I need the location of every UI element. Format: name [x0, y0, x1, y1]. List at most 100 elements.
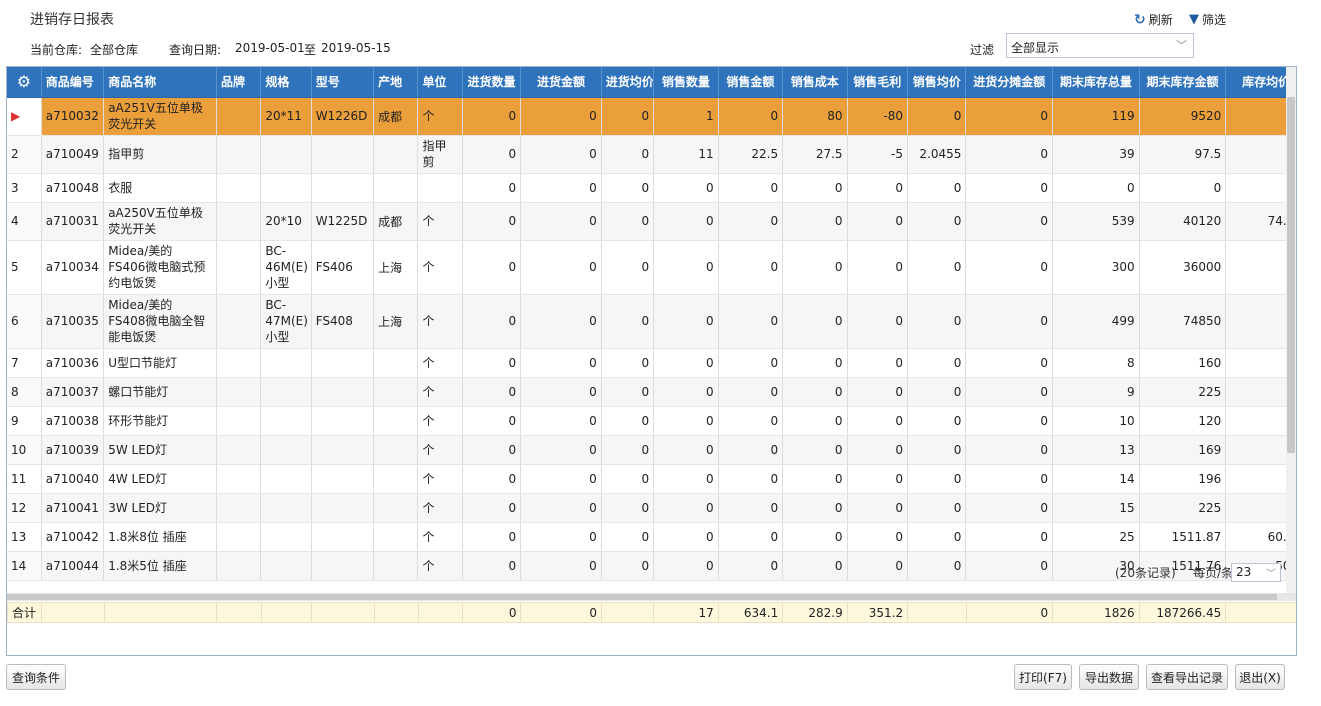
table-cell: 0	[782, 294, 848, 349]
table-cell: 成都	[373, 97, 419, 136]
refresh-button[interactable]: ↻ 刷新	[1134, 11, 1173, 28]
table-cell: 0	[601, 493, 655, 523]
column-header[interactable]: 进货均价	[601, 67, 655, 98]
table-cell: 个	[417, 522, 463, 552]
table-cell: 0	[847, 406, 908, 436]
row-number: 5	[7, 240, 42, 295]
column-settings-gear-icon[interactable]: ⚙	[7, 67, 42, 98]
table-cell: 0	[907, 551, 967, 581]
table-cell: a710038	[41, 406, 105, 436]
table-cell	[260, 493, 312, 523]
table-cell: 0	[718, 173, 784, 203]
horizontal-scrollbar[interactable]	[7, 593, 1296, 601]
table-row[interactable]: 8 a710037 螺口节能灯个 0 0 0 0 0 0 0 0 0 9 225	[7, 377, 1286, 407]
table-cell: 0	[601, 173, 655, 203]
page-title: 进销存日报表	[30, 12, 114, 28]
table-row[interactable]: 6 a710035 Midea/美的 FS408微电脑全智能电饭煲 BC-47M(E)…	[7, 294, 1286, 349]
table-cell	[216, 173, 262, 203]
print-button[interactable]: 打印(F7)	[1014, 664, 1072, 690]
vertical-scrollbar[interactable]	[1286, 67, 1296, 595]
column-header[interactable]: 产地	[373, 67, 419, 98]
table-cell: 0	[653, 240, 719, 295]
table-cell: 0	[965, 493, 1054, 523]
table-cell: 0	[462, 97, 522, 136]
warehouse-label: 当前仓库:	[30, 43, 83, 57]
table-row[interactable]: 3 a710048 衣服 0 0 0 0 0 0 0 0 0 0 0	[7, 173, 1286, 203]
column-header[interactable]: 销售毛利	[847, 67, 908, 98]
column-header[interactable]: 期末库存总量	[1052, 67, 1140, 98]
table-cell	[1225, 97, 1286, 136]
table-cell	[216, 97, 262, 136]
table-cell: 0	[847, 348, 908, 378]
horizontal-scroll-thumb[interactable]	[7, 594, 1277, 600]
row-number: 6	[7, 294, 42, 349]
table-row[interactable]: 9 a710038 环形节能灯个 0 0 0 0 0 0 0 0 0 10 120	[7, 406, 1286, 436]
table-cell: 0	[601, 464, 655, 494]
table-cell: 120	[1139, 406, 1227, 436]
table-cell: 0	[847, 522, 908, 552]
column-header[interactable]: 进货金额	[520, 67, 602, 98]
totals-cell: 634.1	[717, 602, 784, 623]
table-row[interactable]: 11 a710040 4W LED灯个 0 0 0 0 0 0 0 0 0 14 196	[7, 464, 1286, 494]
table-cell: 0	[907, 97, 967, 136]
table-row[interactable]: 2 a710049 指甲剪 指甲剪 0 0 0 11 22.5 27.5 -5 2.0455 0 39 97…	[7, 135, 1286, 174]
totals-row: 合计 0 0 17 634.1 282.9 351.2 0 1826 187266.45	[7, 602, 1296, 623]
table-row[interactable]: 7 a710036 U型口节能灯个 0 0 0 0 0 0 0 0 0 8 160	[7, 348, 1286, 378]
table-cell	[260, 522, 312, 552]
table-cell: 0	[601, 348, 655, 378]
table-cell: 225	[1139, 377, 1227, 407]
column-header[interactable]: 销售金额	[718, 67, 784, 98]
table-row[interactable]: 10 a710039 5W LED灯个 0 0 0 0 0 0 0 0 0 13 169	[7, 435, 1286, 465]
table-cell: FS406	[311, 240, 375, 295]
table-cell: 0	[718, 348, 784, 378]
column-header[interactable]: 商品编号	[41, 67, 105, 98]
exit-button[interactable]: 退出(X)	[1235, 664, 1285, 690]
table-cell: 0	[653, 522, 719, 552]
table-cell: 0	[601, 522, 655, 552]
table-row[interactable]: 12 a710041 3W LED灯个 0 0 0 0 0 0 0 0 0 15 225	[7, 493, 1286, 523]
table-cell: W1225D	[311, 202, 375, 241]
query-conditions-button[interactable]: 查询条件	[6, 664, 66, 690]
table-cell: 上海	[373, 294, 419, 349]
refresh-label: 刷新	[1148, 13, 1173, 27]
table-cell: 4W LED灯	[103, 464, 218, 494]
row-number: 9	[7, 406, 42, 436]
export-log-button[interactable]: 查看导出记录	[1146, 664, 1228, 690]
column-header[interactable]: 单位	[417, 67, 463, 98]
date-from: 2019-05-01	[235, 41, 305, 55]
table-cell: 0	[847, 294, 908, 349]
filter-select[interactable]: 全部显示 ﹀	[1006, 33, 1194, 58]
column-header[interactable]: 销售数量	[653, 67, 719, 98]
column-header[interactable]: 规格	[260, 67, 312, 98]
table-cell: 指甲剪	[103, 135, 218, 174]
column-header[interactable]: 商品名称	[103, 67, 218, 98]
table-cell: 0	[965, 135, 1054, 174]
column-header[interactable]: 销售均价	[907, 67, 967, 98]
column-header[interactable]: 进货数量	[462, 67, 522, 98]
export-data-button[interactable]: 导出数据	[1079, 664, 1139, 690]
table-row[interactable]: 4 a710031 aA250V五位单极荧光开关 20*10 W1225D 成都个 0 0 0 0…	[7, 202, 1286, 241]
filter-button[interactable]: ▼ 筛选	[1189, 11, 1226, 28]
table-cell: 0	[965, 551, 1054, 581]
table-row[interactable]: 14a7100441.8米5位 插座个000000000301511.7650.…	[7, 551, 1286, 581]
vertical-scroll-thumb[interactable]	[1287, 97, 1295, 453]
column-header[interactable]: 销售成本	[782, 67, 848, 98]
column-header[interactable]: 期末库存金额	[1139, 67, 1227, 98]
table-cell: a710042	[41, 522, 105, 552]
column-header[interactable]: 库存均价	[1225, 67, 1286, 98]
table-cell: 0	[718, 202, 784, 241]
table-cell	[373, 377, 419, 407]
row-number: 10	[7, 435, 42, 465]
table-cell	[216, 551, 262, 581]
column-header[interactable]: 品牌	[216, 67, 262, 98]
column-header[interactable]: 进货分摊金额	[965, 67, 1054, 98]
table-row[interactable]: ▶ a710032 aA251V五位单极荧光开关 20*11 W1226D 成都个 0 0 0 1…	[7, 97, 1286, 136]
table-cell: 1	[653, 97, 719, 136]
per-page-select[interactable]: 23 ﹀	[1231, 563, 1281, 582]
table-row[interactable]: 13a7100421.8米8位 插座个000000000251511.8760.…	[7, 522, 1286, 552]
totals-cell	[417, 602, 464, 623]
table-row[interactable]: 5 a710034 Midea/美的 FS406微电脑式预约电饭煲 BC-46M(E)…	[7, 240, 1286, 295]
column-header[interactable]: 型号	[311, 67, 375, 98]
table-cell: 40120	[1139, 202, 1227, 241]
table-cell: 指甲剪	[417, 135, 463, 174]
